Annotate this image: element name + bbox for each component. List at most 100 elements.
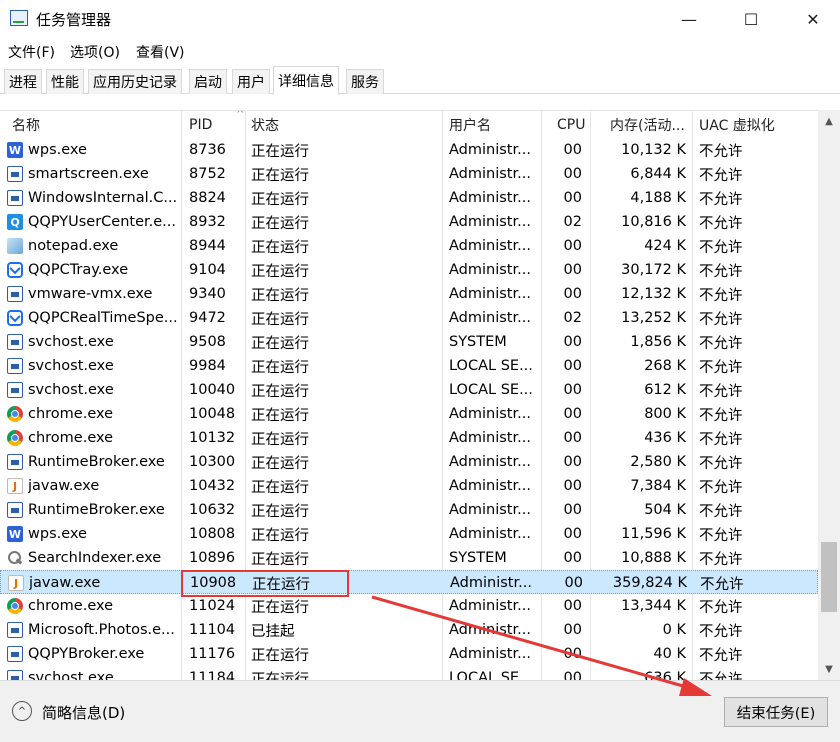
process-pid: 11176 (189, 646, 236, 662)
close-button[interactable]: ✕ (790, 0, 836, 38)
process-user: Administr... (449, 526, 531, 542)
table-row[interactable]: Microsoft.Photos.e... 11104 已挂起 Administr..… (0, 618, 818, 642)
process-user: Administr... (449, 598, 531, 614)
tab-processes[interactable]: 进程 (4, 69, 42, 94)
process-uac: 不允许 (699, 191, 743, 208)
column-header-status[interactable]: 状态 (251, 111, 279, 138)
tab-startup[interactable]: 启动 (189, 69, 227, 94)
process-cpu: 00 (563, 430, 582, 446)
column-header-cpu[interactable]: CPU (557, 111, 585, 138)
menu-bar: 文件(F) 选项(O) 查看(V) (0, 38, 840, 64)
process-name: QQPCRealTimeSpe... (28, 310, 178, 326)
process-name: notepad.exe (28, 238, 119, 254)
process-cpu: 00 (563, 238, 582, 254)
menu-options[interactable]: 选项(O) (70, 42, 120, 62)
tab-services[interactable]: 服务 (346, 69, 384, 94)
process-cpu: 00 (563, 598, 582, 614)
process-status: 正在运行 (251, 143, 309, 160)
vertical-scrollbar[interactable]: ▲ ▼ (818, 110, 840, 680)
tab-users[interactable]: 用户 (232, 69, 270, 94)
table-row[interactable]: chrome.exe 10048 正在运行 Administr... 00 800 K 不允… (0, 402, 818, 426)
column-header-uac[interactable]: UAC 虚拟化 (699, 111, 775, 138)
process-user: LOCAL SE... (449, 382, 533, 398)
process-cpu: 00 (563, 502, 582, 518)
table-row[interactable]: smartscreen.exe 8752 正在运行 Administr... 00 6,8… (0, 162, 818, 186)
process-cpu: 00 (563, 406, 582, 422)
table-row[interactable]: vmware-vmx.exe 9340 正在运行 Administr... 00 12,1… (0, 282, 818, 306)
table-row[interactable]: Wwps.exe 10808 正在运行 Administr... 00 11,596 K 不… (0, 522, 818, 546)
table-row[interactable]: chrome.exe 11024 正在运行 Administr... 00 13,344 … (0, 594, 818, 618)
fewer-details-link[interactable]: 简略信息(D) (42, 702, 125, 723)
process-uac: 不允许 (699, 359, 743, 376)
end-task-button[interactable]: 结束任务(E) (724, 697, 828, 727)
tab-bar: 进程 性能 应用历史记录 启动 用户 详细信息 服务 (0, 66, 840, 95)
table-row[interactable]: WindowsInternal.C... 8824 正在运行 Administr...… (0, 186, 818, 210)
table-row[interactable]: RuntimeBroker.exe 10300 正在运行 Administr... 00… (0, 450, 818, 474)
process-name: QQPYBroker.exe (28, 646, 145, 662)
process-uac: 不允许 (699, 239, 743, 256)
process-memory: 7,384 K (630, 478, 686, 494)
column-header-user[interactable]: 用户名 (449, 111, 491, 138)
process-memory: 10,816 K (621, 214, 686, 230)
scroll-up-icon[interactable]: ▲ (818, 110, 840, 132)
scroll-thumb[interactable] (821, 542, 837, 612)
maximize-button[interactable]: ☐ (728, 0, 774, 38)
java-icon: J (8, 575, 24, 591)
process-pid: 11024 (189, 598, 236, 614)
table-row[interactable]: Jjavaw.exe 10908 正在运行 Administr... 00 359,824… (0, 570, 818, 594)
process-name: WindowsInternal.C... (28, 190, 178, 206)
process-cpu: 00 (563, 526, 582, 542)
footer-bar: ^ 简略信息(D) 结束任务(E) (0, 680, 840, 742)
tab-performance[interactable]: 性能 (46, 69, 84, 94)
menu-file[interactable]: 文件(F) (8, 42, 55, 62)
process-pid: 10040 (189, 382, 236, 398)
scroll-down-icon[interactable]: ▼ (818, 658, 840, 680)
process-user: Administr... (449, 238, 531, 254)
app-window-icon (7, 358, 23, 374)
app-window-icon (7, 454, 23, 470)
menu-view[interactable]: 查看(V) (136, 42, 185, 62)
process-user: Administr... (449, 454, 531, 470)
column-header-name[interactable]: 名称 (12, 111, 40, 138)
process-cpu: 02 (563, 214, 582, 230)
process-pid: 9984 (189, 358, 226, 374)
table-row[interactable]: SearchIndexer.exe 10896 正在运行 SYSTEM 00 10,888… (0, 546, 818, 570)
table-row[interactable]: Wwps.exe 8736 正在运行 Administr... 00 10,132 K 不允… (0, 138, 818, 162)
table-row[interactable]: QQPCRealTimeSpe... 9472 正在运行 Administr... 02… (0, 306, 818, 330)
table-row[interactable]: notepad.exe 8944 正在运行 Administr... 00 424 K 不允… (0, 234, 818, 258)
column-header-pid[interactable]: PID (189, 111, 212, 138)
table-row[interactable]: Jjavaw.exe 10432 正在运行 Administr... 00 7,384 K… (0, 474, 818, 498)
app-window-icon (7, 622, 23, 638)
process-user: Administr... (449, 262, 531, 278)
process-pid: 8736 (189, 142, 226, 158)
tab-app-history[interactable]: 应用历史记录 (88, 69, 182, 94)
process-name: QQPCTray.exe (28, 262, 129, 278)
process-memory: 10,888 K (621, 550, 686, 566)
table-row[interactable]: QQPCTray.exe 9104 正在运行 Administr... 00 30,172… (0, 258, 818, 282)
process-uac: 不允许 (699, 671, 743, 681)
process-memory: 11,596 K (621, 526, 686, 542)
process-cpu: 00 (563, 382, 582, 398)
process-memory: 10,132 K (621, 142, 686, 158)
table-row[interactable]: QQPYBroker.exe 11176 正在运行 Administr... 00 40 … (0, 642, 818, 666)
process-user: Administr... (449, 406, 531, 422)
table-row[interactable]: svchost.exe 11184 正在运行 LOCAL SE... 00 636 K 不允… (0, 666, 818, 680)
table-row[interactable]: svchost.exe 10040 正在运行 LOCAL SE... 00 612 K 不允… (0, 378, 818, 402)
process-status: 正在运行 (251, 527, 309, 544)
chrome-icon (7, 598, 23, 614)
process-pid: 9472 (189, 310, 226, 326)
process-status: 正在运行 (251, 503, 309, 520)
column-header-memory[interactable]: 内存(活动... (610, 111, 685, 138)
tab-details[interactable]: 详细信息 (273, 66, 339, 95)
table-row[interactable]: chrome.exe 10132 正在运行 Administr... 00 436 K 不允… (0, 426, 818, 450)
chevron-up-icon[interactable]: ^ (12, 701, 32, 721)
table-row[interactable]: svchost.exe 9508 正在运行 SYSTEM 00 1,856 K 不允许 (0, 330, 818, 354)
process-user: Administr... (449, 286, 531, 302)
process-uac: 不允许 (699, 455, 743, 472)
table-row[interactable]: svchost.exe 9984 正在运行 LOCAL SE... 00 268 K 不允许 (0, 354, 818, 378)
table-row[interactable]: RuntimeBroker.exe 10632 正在运行 Administr... 00… (0, 498, 818, 522)
process-name: chrome.exe (28, 598, 114, 614)
process-name: RuntimeBroker.exe (28, 454, 165, 470)
minimize-button[interactable]: — (666, 0, 712, 38)
table-row[interactable]: Q QQPYUserCenter.e... 8932 正在运行 Administr...… (0, 210, 818, 234)
